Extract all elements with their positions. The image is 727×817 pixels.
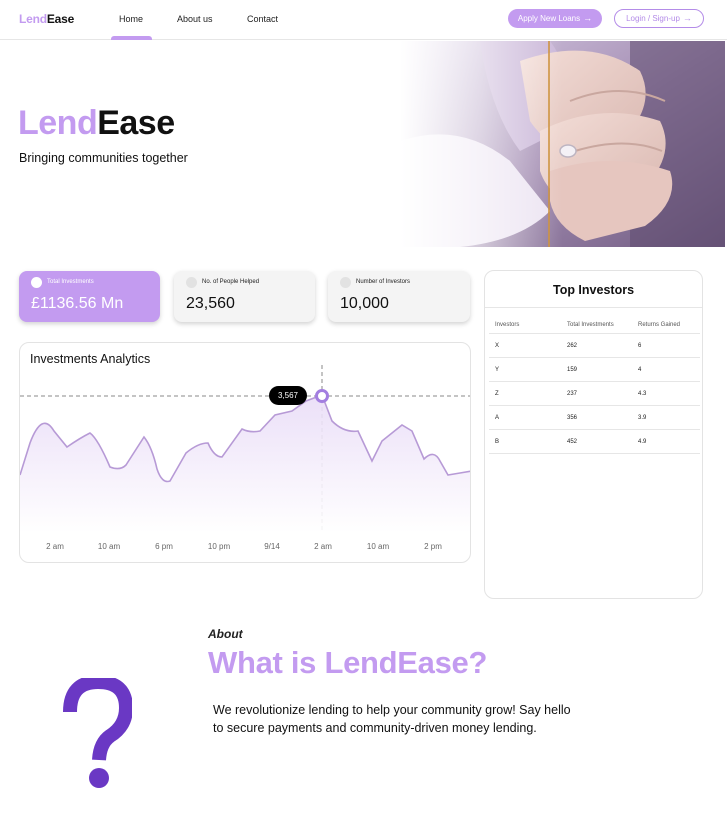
- nav-home-link[interactable]: Home: [119, 14, 143, 24]
- table-row[interactable]: B 452 4.9: [489, 430, 700, 454]
- x-axis-label: 6 pm: [155, 542, 173, 551]
- arrow-right-icon: →: [583, 13, 593, 23]
- table-cell: A: [495, 415, 500, 421]
- table-cell: Z: [495, 391, 499, 397]
- analytics-chart[interactable]: [20, 343, 471, 563]
- about-section-text: We revolutionize lending to help your co…: [213, 703, 571, 735]
- investments-analytics-card: Investments Analytics 3,567 2 am 10 am 6…: [19, 342, 471, 563]
- x-axis-label: 10 am: [97, 542, 121, 551]
- table-cell: 159: [567, 367, 578, 373]
- table-cell: 452: [567, 439, 578, 445]
- stat-card-people-helped: No. of People Helped 23,560: [174, 271, 315, 322]
- stat-label: Total Investments: [47, 279, 94, 285]
- active-nav-indicator: [111, 36, 152, 40]
- table-cell: Y: [495, 367, 500, 373]
- chart-tooltip: 3,567: [269, 386, 307, 405]
- table-cell: 356: [567, 415, 578, 421]
- table-cell: 3.9: [638, 415, 647, 421]
- hero-title: LendEase: [18, 104, 175, 143]
- about-section-title: What is LendEase?: [208, 645, 488, 680]
- table-cell: X: [495, 343, 500, 349]
- stat-dot-icon: [186, 277, 197, 288]
- table-cell: 262: [567, 343, 578, 349]
- x-axis-label: 2 am: [314, 542, 332, 551]
- table-header-row: Investors Total Investments Returns Gain…: [489, 310, 700, 334]
- area-fill: [20, 395, 470, 533]
- x-axis-label: 10 pm: [207, 542, 231, 551]
- stat-value: 23,560: [186, 295, 235, 312]
- stat-label: Number of Investors: [356, 279, 411, 285]
- apply-new-loans-button[interactable]: Apply New Loans →: [508, 9, 602, 28]
- divider: [485, 307, 702, 308]
- x-axis-label: 9/14: [264, 542, 280, 551]
- apply-button-label: Apply New Loans: [517, 14, 581, 23]
- about-section-label: About: [208, 627, 243, 641]
- stat-label: No. of People Helped: [202, 279, 260, 285]
- x-axis-label: 2 pm: [424, 542, 442, 551]
- x-axis-label: 2 am: [46, 542, 64, 551]
- hero-subtitle: Bringing communities together: [19, 151, 188, 165]
- stat-value: £1136.56 Mn: [31, 295, 124, 312]
- nav-about-link[interactable]: About us: [177, 14, 213, 24]
- logo[interactable]: LendEase: [19, 12, 74, 26]
- hero-title-lend: Lend: [18, 104, 98, 142]
- arrow-right-icon: →: [682, 13, 692, 23]
- table-cell: B: [495, 439, 500, 445]
- table-cell: 4: [638, 367, 642, 373]
- login-button-label: Login / Sign-up: [626, 14, 680, 23]
- top-investors-title: Top Investors: [552, 283, 635, 297]
- table-row[interactable]: Y 159 4: [489, 358, 700, 382]
- logo-lend: Lend: [19, 12, 47, 26]
- hero-image-hands: [400, 41, 725, 247]
- stat-card-number-of-investors: Number of Investors 10,000: [328, 271, 470, 322]
- table-cell: 4.3: [638, 391, 647, 397]
- question-mark-icon: [60, 674, 134, 795]
- table-cell: 4.9: [638, 439, 647, 445]
- x-axis-label: 10 am: [366, 542, 390, 551]
- table-row[interactable]: A 356 3.9: [489, 406, 700, 430]
- hover-point-marker[interactable]: [315, 389, 329, 403]
- table-header-cell: Returns Gained: [638, 322, 681, 328]
- top-investors-card: Top Investors Investors Total Investment…: [484, 270, 703, 599]
- table-cell: 6: [638, 343, 642, 349]
- stat-card-total-investments: Total Investments £1136.56 Mn: [19, 271, 160, 322]
- table-header-cell: Investors: [495, 322, 520, 328]
- table-row[interactable]: X 262 6: [489, 334, 700, 358]
- stat-dot-icon: [340, 277, 351, 288]
- stat-dot-icon: [31, 277, 42, 288]
- nav-contact-link[interactable]: Contact: [247, 14, 278, 24]
- table-cell: 237: [567, 391, 578, 397]
- hero-title-ease: Ease: [97, 104, 175, 142]
- navbar: LendEase Home About us Contact Apply New…: [0, 0, 727, 40]
- stat-value: 10,000: [340, 295, 389, 312]
- login-signup-button[interactable]: Login / Sign-up →: [614, 9, 704, 28]
- table-row[interactable]: Z 237 4.3: [489, 382, 700, 406]
- logo-ease: Ease: [46, 12, 75, 26]
- table-header-cell: Total Investments: [567, 322, 614, 328]
